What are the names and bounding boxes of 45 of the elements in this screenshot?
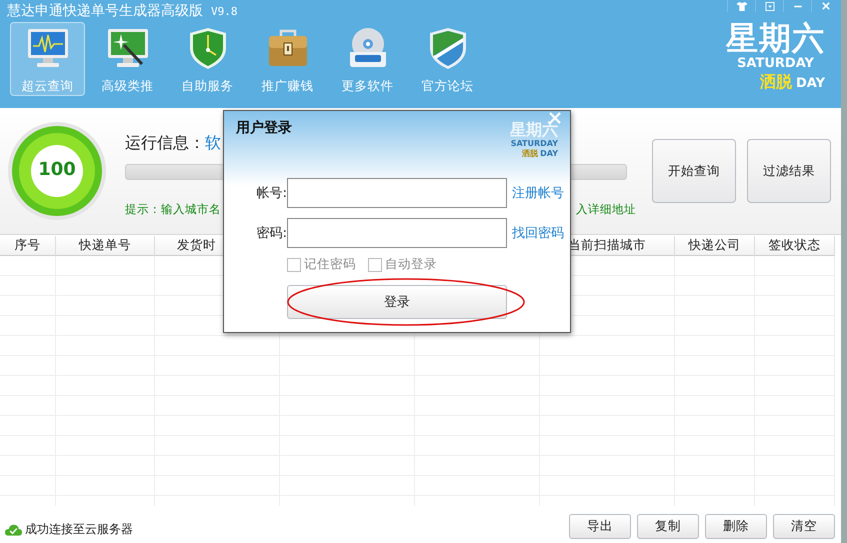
logo-subtitle: SATURDAY — [737, 56, 814, 72]
toolbar-button[interactable]: 官方论坛 — [410, 22, 485, 96]
table-cell — [0, 256, 56, 276]
logo-title: 星期六 — [726, 20, 825, 56]
toolbar-button[interactable]: 自助服务 — [170, 22, 245, 96]
column-header: 序号 — [0, 236, 56, 256]
monitor-icon — [26, 26, 70, 70]
input-field[interactable] — [287, 218, 507, 248]
version-label: V9.8 — [211, 5, 238, 18]
action-button[interactable]: 过滤结果 — [747, 139, 831, 203]
dropdown-icon — [764, 2, 774, 10]
watermark-tail: DAY — [540, 149, 558, 158]
watermark-title: 星期六 — [510, 121, 558, 139]
action-button[interactable]: 开始查询 — [652, 139, 736, 203]
login-button[interactable]: 登录 — [287, 285, 507, 319]
score-value: 100 — [37, 159, 77, 180]
hint-text: 入详细地址 — [576, 202, 636, 217]
run-info-label: 运行信息： — [125, 133, 205, 154]
magic-wand-icon — [106, 26, 150, 70]
toolbar-button[interactable]: 导出 — [569, 514, 631, 539]
minimize-icon — [792, 4, 802, 8]
link[interactable]: 注册帐号 — [512, 184, 570, 202]
hint-text: 提示：输入城市名 — [125, 202, 221, 217]
toolbar-button[interactable]: 高级类推 — [90, 22, 165, 96]
field-label: 帐号: — [256, 185, 287, 202]
toolbar-button[interactable]: 清空 — [773, 514, 835, 539]
column-header: 签收状态 — [755, 236, 835, 256]
input-field[interactable] — [287, 178, 507, 208]
toolbar-button[interactable]: 更多软件 — [330, 22, 405, 96]
shirt-icon — [736, 2, 748, 10]
watermark-accent: 洒脱 — [522, 148, 538, 159]
window-title: 慧达申通快递单号生成器高级版 — [7, 2, 203, 20]
cloud-check-icon — [5, 524, 22, 536]
dialog-title: 用户登录 — [236, 119, 292, 137]
toolbar-button[interactable]: 推广赚钱 — [250, 22, 325, 96]
column-header: 快递单号 — [56, 236, 155, 256]
watermark-subtitle: SATURDAY — [510, 139, 558, 148]
toolbar-button[interactable]: 删除 — [705, 514, 767, 539]
close-icon — [820, 2, 830, 10]
toolbar-button[interactable]: 复制 — [637, 514, 699, 539]
column-header: 快递公司 — [675, 236, 755, 256]
logo-accent: 洒脱 — [760, 72, 792, 93]
logo-tail: DAY — [796, 76, 825, 91]
run-info-value: 软 — [205, 133, 221, 154]
connection-status: 成功连接至云服务器 — [25, 521, 133, 538]
